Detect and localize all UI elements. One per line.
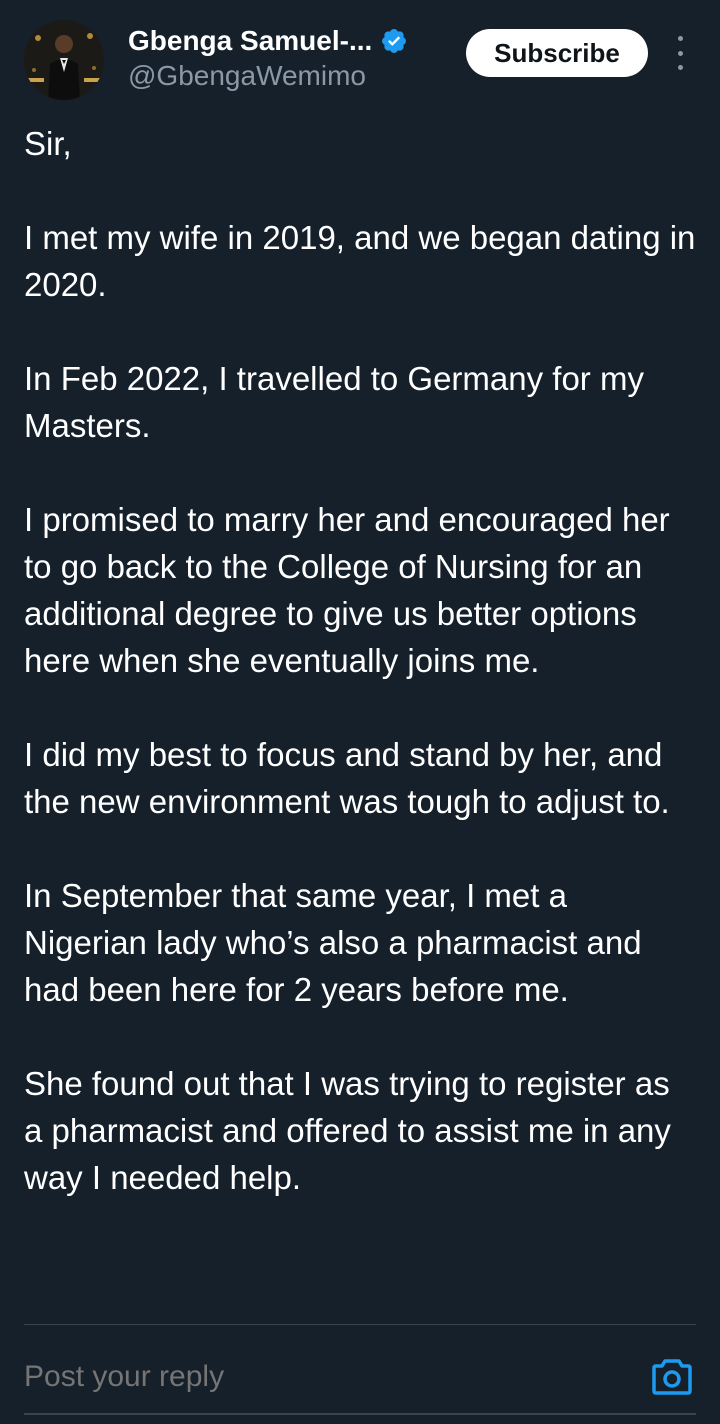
post-paragraph: She found out that I was trying to regis…	[24, 1065, 671, 1196]
verified-badge-icon	[380, 27, 408, 55]
post-detail-screen: Gbenga Samuel-... @GbengaWemimo Subscrib…	[0, 0, 720, 1424]
subscribe-button[interactable]: Subscribe	[466, 29, 648, 77]
ellipsis-dot	[677, 36, 683, 41]
post-paragraph: I did my best to focus and stand by her,…	[24, 736, 670, 820]
post-header: Gbenga Samuel-... @GbengaWemimo Subscrib…	[0, 0, 720, 110]
author-display-name[interactable]: Gbenga Samuel-...	[128, 25, 372, 57]
author-handle[interactable]: @GbengaWemimo	[128, 60, 366, 92]
input-underline	[24, 1413, 696, 1415]
post-paragraph: I met my wife in 2019, and we began dati…	[24, 219, 696, 303]
author-name-row: Gbenga Samuel-...	[128, 24, 408, 58]
camera-icon[interactable]	[652, 1357, 692, 1395]
reply-bar	[0, 1325, 720, 1424]
author-avatar[interactable]	[24, 20, 104, 100]
post-paragraph: In September that same year, I met a Nig…	[24, 877, 642, 1008]
post-paragraph: Sir,	[24, 125, 72, 162]
reply-input[interactable]	[24, 1355, 584, 1399]
post-text: Sir, I met my wife in 2019, and we began…	[24, 120, 696, 1324]
vertical-ellipsis-icon[interactable]	[666, 36, 694, 70]
post-paragraph: In Feb 2022, I travelled to Germany for …	[24, 360, 644, 444]
ellipsis-dot	[677, 65, 683, 70]
avatar-photo	[24, 20, 104, 100]
post-paragraph: I promised to marry her and encouraged h…	[24, 501, 670, 679]
ellipsis-dot	[677, 50, 683, 56]
